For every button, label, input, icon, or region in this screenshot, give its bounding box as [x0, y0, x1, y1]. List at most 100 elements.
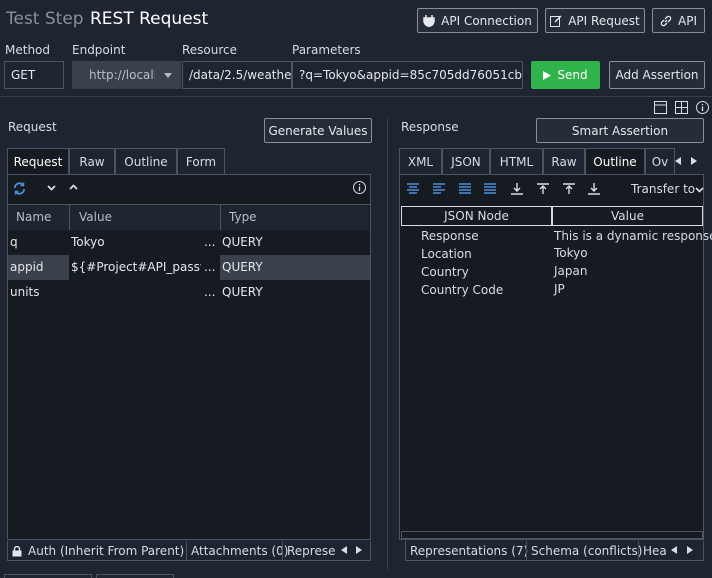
chevron-up-icon[interactable] — [69, 184, 78, 190]
endpoint-label: Endpoint — [72, 43, 126, 57]
tab-overview[interactable]: Ov — [645, 148, 675, 174]
layout-split-icon[interactable] — [654, 101, 667, 114]
page-title: REST Request — [90, 9, 209, 29]
param-value[interactable]: ${#Project#API_passw... — [71, 260, 201, 274]
tab-headers[interactable]: Hea — [638, 541, 668, 560]
footer-tab[interactable] — [4, 574, 92, 578]
param-more-button[interactable]: ... — [204, 260, 215, 274]
scroll-left-icon[interactable] — [675, 157, 681, 165]
chevron-down-icon — [164, 73, 172, 78]
move-down-icon[interactable] — [588, 183, 600, 195]
param-type[interactable]: QUERY — [222, 235, 263, 249]
layout-grid-icon[interactable] — [675, 101, 688, 114]
api-connection-button[interactable]: API Connection — [417, 8, 538, 33]
tab-request[interactable]: Request — [7, 148, 69, 174]
param-value[interactable]: Tokyo — [71, 235, 201, 249]
scroll-right-icon[interactable] — [691, 157, 697, 165]
tab-representations[interactable]: Represe — [282, 541, 338, 560]
list-item[interactable]: Country Code JP — [401, 282, 703, 300]
move-up-icon[interactable] — [563, 183, 575, 195]
parameters-label: Parameters — [292, 43, 361, 57]
response-tabs: XML JSON HTML Raw Outline Ov — [399, 148, 704, 174]
refresh-icon[interactable] — [13, 182, 26, 195]
json-node: Location — [421, 247, 472, 261]
list-item[interactable]: Location Tokyo — [401, 246, 703, 264]
param-type[interactable]: QUERY — [222, 285, 263, 299]
list-item[interactable]: Country Japan — [401, 264, 703, 282]
tab-raw[interactable]: Raw — [543, 148, 585, 174]
tab-attachments[interactable]: Attachments (0) — [186, 541, 288, 560]
tab-outline[interactable]: Outline — [115, 148, 177, 174]
lock-icon — [12, 545, 22, 557]
table-row[interactable]: units ... QUERY — [8, 280, 369, 305]
param-type[interactable]: QUERY — [220, 255, 370, 280]
tab-form[interactable]: Form — [177, 148, 225, 174]
method-field[interactable]: GET — [4, 61, 64, 89]
tab-auth[interactable]: Auth (Inherit From Parent) — [8, 541, 187, 560]
tab-xml[interactable]: XML — [399, 148, 442, 174]
horizontal-scrollbar[interactable] — [401, 531, 703, 539]
column-header-value[interactable]: Value — [552, 206, 703, 226]
list-item[interactable]: Response This is a dynamic response — [401, 228, 712, 246]
scroll-right-icon[interactable] — [356, 546, 362, 554]
table-row[interactable]: appid ${#Project#API_passw... ... QUERY — [8, 255, 370, 280]
param-more-button[interactable]: ... — [204, 235, 215, 249]
tab-raw[interactable]: Raw — [69, 148, 115, 174]
add-assertion-button[interactable]: Add Assertion — [609, 61, 705, 89]
smart-assertion-button[interactable]: Smart Assertion — [536, 118, 704, 143]
param-more-button[interactable]: ... — [204, 285, 215, 299]
column-header-name: Name — [16, 210, 52, 224]
endpoint-dropdown[interactable]: http://localh — [72, 61, 181, 89]
param-name: appid — [8, 255, 69, 280]
scroll-right-icon[interactable] — [687, 546, 693, 554]
resource-field[interactable]: /data/2.5/weathe — [182, 61, 292, 89]
endpoint-value: http://localh — [89, 68, 155, 82]
api-connection-label: API Connection — [441, 13, 532, 28]
tab-outline[interactable]: Outline — [585, 148, 645, 174]
send-button[interactable]: Send — [531, 61, 600, 89]
request-panel: Name Value Type q Tokyo ... QUERY appid … — [7, 174, 371, 540]
tab-representations[interactable]: Representations (7) — [406, 541, 528, 560]
request-title: Request — [8, 120, 57, 134]
chevron-down-icon[interactable] — [47, 185, 56, 191]
add-assertion-label: Add Assertion — [615, 68, 699, 82]
generate-values-button[interactable]: Generate Values — [264, 118, 372, 143]
pane-splitter[interactable] — [387, 118, 388, 570]
parameters-field[interactable]: ?q=Tokyo&appid=85c705dd76051cb3d8 — [292, 61, 523, 89]
expand-down-icon[interactable] — [511, 183, 523, 195]
tab-schema[interactable]: Schema (conflicts) — [526, 541, 642, 560]
request-tabs: Request Raw Outline Form — [7, 148, 371, 174]
edit-icon — [550, 14, 562, 27]
align-center-icon[interactable] — [459, 183, 471, 195]
api-request-label: API Request — [568, 13, 640, 28]
collapse-up-icon[interactable] — [537, 183, 549, 195]
align-left-icon[interactable] — [433, 183, 445, 195]
tab-json[interactable]: JSON — [442, 148, 490, 174]
info-icon[interactable] — [353, 181, 366, 194]
column-header-value: Value — [79, 210, 112, 224]
tab-auth-label: Auth (Inherit From Parent) — [28, 544, 185, 558]
params-table: Name Value Type q Tokyo ... QUERY appid … — [8, 204, 370, 539]
info-icon[interactable] — [696, 101, 709, 114]
outline-table: JSON Node Value Response This is a dynam… — [401, 206, 712, 539]
transfer-to-dropdown[interactable]: Transfer to — [631, 182, 705, 198]
param-name: q — [10, 235, 18, 249]
response-bottom-tabs: Representations (7) Schema (conflicts) H… — [405, 541, 704, 561]
params-header-row: Name Value Type — [8, 205, 369, 230]
column-header-json-node-label: JSON Node — [444, 209, 509, 223]
align-top-icon[interactable] — [407, 183, 419, 195]
transfer-to-label: Transfer to — [631, 182, 696, 196]
api-button[interactable]: API — [652, 8, 705, 33]
scroll-left-icon[interactable] — [671, 546, 677, 554]
table-row[interactable]: q Tokyo ... QUERY — [8, 230, 369, 255]
tab-html[interactable]: HTML — [490, 148, 543, 174]
response-panel: Transfer to JSON Node Value Response Thi… — [399, 174, 712, 540]
align-justify-icon[interactable] — [484, 183, 496, 195]
column-header-value-label: Value — [611, 209, 644, 223]
footer-tab[interactable] — [96, 574, 174, 578]
column-header-json-node[interactable]: JSON Node — [401, 206, 552, 226]
api-request-button[interactable]: API Request — [545, 8, 645, 33]
response-title: Response — [401, 120, 459, 134]
chevron-down-icon — [695, 187, 704, 193]
scroll-left-icon[interactable] — [341, 546, 347, 554]
